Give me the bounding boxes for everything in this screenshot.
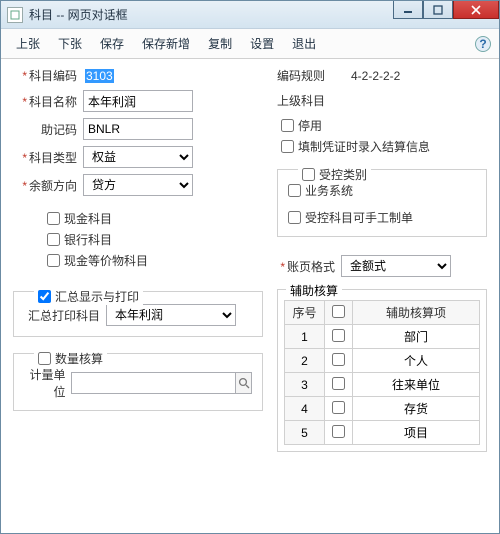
row-checkbox[interactable] (332, 401, 345, 414)
cell-sn: 5 (285, 421, 325, 445)
rule-value: 4-2-2-2-2 (351, 69, 400, 83)
equiv-checkbox[interactable] (47, 254, 60, 267)
type-select[interactable]: 权益 (83, 146, 193, 168)
mnemo-input[interactable] (83, 118, 193, 140)
unit-search-button[interactable] (236, 372, 252, 394)
th-check (325, 301, 353, 325)
tb-exit[interactable]: 退出 (285, 31, 323, 56)
voucher-check[interactable]: 填制凭证时录入结算信息 (281, 138, 487, 155)
tb-settings[interactable]: 设置 (243, 31, 281, 56)
row-checkbox[interactable] (332, 353, 345, 366)
cell-check (325, 325, 353, 349)
table-row[interactable]: 4 存货 (285, 397, 480, 421)
close-button[interactable] (453, 1, 499, 19)
th-item: 辅助核算项 (353, 301, 480, 325)
search-icon (238, 377, 250, 389)
cell-check (325, 421, 353, 445)
th-checkbox[interactable] (332, 305, 345, 318)
cell-sn: 1 (285, 325, 325, 349)
th-sn: 序号 (285, 301, 325, 325)
tb-save-new[interactable]: 保存新增 (135, 31, 197, 56)
ctrl-group-check[interactable]: 受控类别 (298, 166, 371, 183)
cash-check[interactable]: 现金科目 (47, 210, 263, 227)
bank-checkbox[interactable] (47, 233, 60, 246)
type-label: 科目类型 (13, 149, 77, 166)
unit-label: 计量单位 (24, 366, 65, 400)
qty-group-check[interactable]: 数量核算 (34, 350, 107, 367)
table-row[interactable]: 3 往来单位 (285, 373, 480, 397)
tb-copy[interactable]: 复制 (201, 31, 239, 56)
app-icon (7, 7, 23, 23)
cell-sn: 2 (285, 349, 325, 373)
unit-input[interactable] (71, 372, 236, 394)
tb-save[interactable]: 保存 (93, 31, 131, 56)
rule-label: 编码规则 (277, 67, 335, 84)
table-row[interactable]: 5 项目 (285, 421, 480, 445)
toolbar: 上张 下张 保存 保存新增 复制 设置 退出 ? (1, 29, 499, 59)
mnemo-label: 助记码 (13, 121, 77, 138)
cell-check (325, 397, 353, 421)
dir-select[interactable]: 贷方 (83, 174, 193, 196)
sumprint-select[interactable]: 本年利润 (106, 304, 236, 326)
minimize-button[interactable] (393, 1, 423, 19)
cell-check (325, 373, 353, 397)
cell-check (325, 349, 353, 373)
bank-check[interactable]: 银行科目 (47, 231, 263, 248)
summary-group-check[interactable]: 汇总显示与打印 (34, 288, 143, 305)
cash-checkbox[interactable] (47, 212, 60, 225)
window-title: 科目 -- 网页对话框 (29, 6, 128, 23)
manual-check[interactable]: 受控科目可手工制单 (288, 209, 476, 226)
name-label: 科目名称 (13, 93, 77, 110)
cell-item: 部门 (353, 325, 480, 349)
biz-check[interactable]: 业务系统 (288, 182, 476, 199)
name-input[interactable] (83, 90, 193, 112)
equiv-check[interactable]: 现金等价物科目 (47, 252, 263, 269)
maximize-button[interactable] (423, 1, 453, 19)
row-checkbox[interactable] (332, 425, 345, 438)
cell-item: 个人 (353, 349, 480, 373)
help-icon[interactable]: ? (475, 36, 491, 52)
fmt-label: 账页格式 (277, 258, 335, 275)
manual-checkbox[interactable] (288, 211, 301, 224)
qty-checkbox[interactable] (38, 352, 51, 365)
parent-label: 上级科目 (277, 92, 325, 109)
aux-table: 序号 辅助核算项 1 部门 2 个人 3 往来单位 4 存货 5 项目 (284, 300, 480, 445)
row-checkbox[interactable] (332, 377, 345, 390)
tb-next[interactable]: 下张 (51, 31, 89, 56)
summary-checkbox[interactable] (38, 290, 51, 303)
fmt-select[interactable]: 金额式 (341, 255, 451, 277)
code-label: 科目编码 (13, 67, 77, 84)
cell-sn: 4 (285, 397, 325, 421)
tb-prev[interactable]: 上张 (9, 31, 47, 56)
biz-checkbox[interactable] (288, 184, 301, 197)
cell-item: 项目 (353, 421, 480, 445)
table-row[interactable]: 2 个人 (285, 349, 480, 373)
cell-sn: 3 (285, 373, 325, 397)
row-checkbox[interactable] (332, 329, 345, 342)
voucher-checkbox[interactable] (281, 140, 294, 153)
cell-item: 存货 (353, 397, 480, 421)
code-input[interactable]: 3103 (83, 69, 193, 83)
titlebar: 科目 -- 网页对话框 (1, 1, 499, 29)
dir-label: 余额方向 (13, 177, 77, 194)
aux-group-title: 辅助核算 (286, 282, 342, 299)
table-row[interactable]: 1 部门 (285, 325, 480, 349)
cell-item: 往来单位 (353, 373, 480, 397)
ctrl-checkbox[interactable] (302, 168, 315, 181)
disable-checkbox[interactable] (281, 119, 294, 132)
disable-check[interactable]: 停用 (281, 117, 487, 134)
sumprint-label: 汇总打印科目 (24, 307, 100, 324)
